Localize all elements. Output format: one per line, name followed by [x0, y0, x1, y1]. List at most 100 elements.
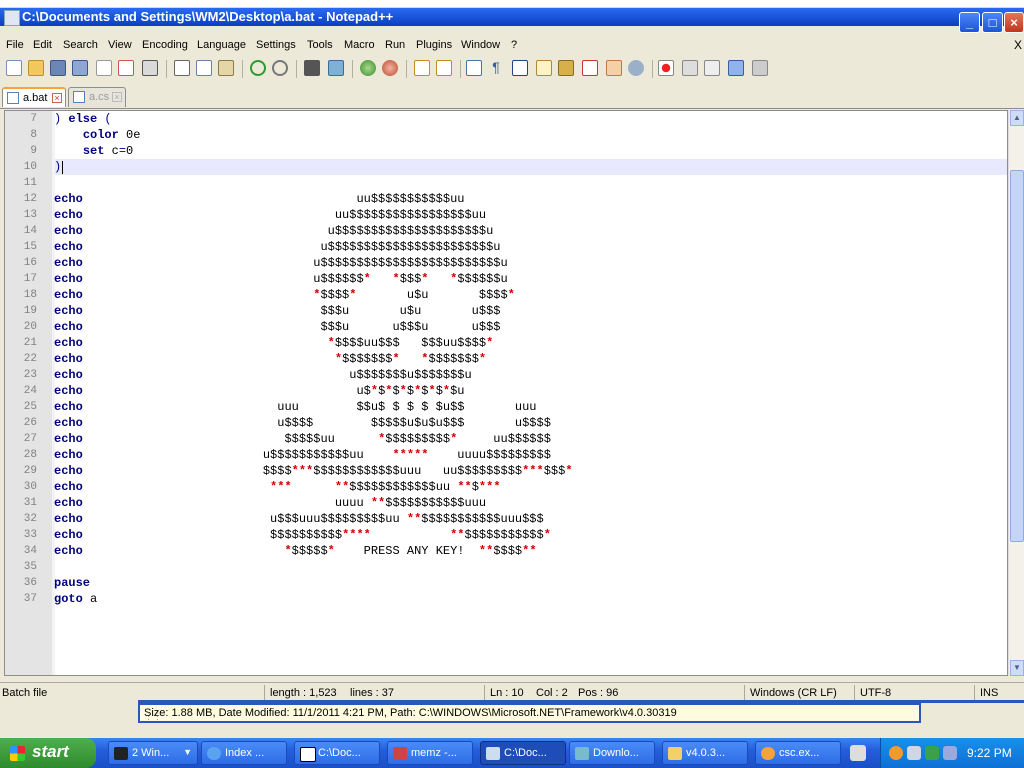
- scroll-down-icon[interactable]: ▼: [1010, 660, 1024, 676]
- taskbar-button-memz[interactable]: memz -...: [387, 741, 473, 765]
- save-all-icon[interactable]: [72, 60, 88, 76]
- monitoring-icon[interactable]: [628, 60, 644, 76]
- code-line[interactable]: 7) else (: [5, 111, 1005, 127]
- code-line[interactable]: 26 echo u$$$$ $$$$$u$u$u$$$ u$$$$: [5, 415, 1005, 431]
- run-macro-multiple-icon[interactable]: [728, 60, 744, 76]
- code-line[interactable]: 33 echo $$$$$$$$$$**** **$$$$$$$$$$$*: [5, 527, 1005, 543]
- function-list-icon[interactable]: [582, 60, 598, 76]
- taskbar-button-notepadpp[interactable]: C:\Doc...: [480, 741, 566, 765]
- code-line[interactable]: 15 echo u$$$$$$$$$$$$$$$$$$$$$$$u: [5, 239, 1005, 255]
- code-line[interactable]: 27 echo $$$$$uu *$$$$$$$$$* uu$$$$$$: [5, 431, 1005, 447]
- doc-map-icon[interactable]: [558, 60, 574, 76]
- volume-tray-icon[interactable]: [943, 746, 957, 760]
- paste-icon[interactable]: [218, 60, 234, 76]
- close-tab-icon[interactable]: ×: [52, 93, 62, 103]
- code-line[interactable]: 11: [5, 175, 1005, 191]
- taskbar-button-download[interactable]: Downlo...: [569, 741, 655, 765]
- code-line[interactable]: 10): [5, 159, 1005, 175]
- keyboard-icon[interactable]: [850, 745, 866, 761]
- find-icon[interactable]: [304, 60, 320, 76]
- close-document-icon[interactable]: X: [1014, 38, 1022, 52]
- scrollbar-thumb[interactable]: [1010, 170, 1024, 542]
- code-line[interactable]: 22 echo *$$$$$$$* *$$$$$$$*: [5, 351, 1005, 367]
- record-macro-icon[interactable]: [658, 60, 674, 76]
- menu-run[interactable]: Run: [385, 39, 405, 51]
- taskbar-button-search[interactable]: csc.ex...: [755, 741, 841, 765]
- code-line[interactable]: 16 echo u$$$$$$$$$$$$$$$$$$$$$$$$$u: [5, 255, 1005, 271]
- menu-window[interactable]: Window: [461, 39, 500, 51]
- code-line[interactable]: 17 echo u$$$$$$* *$$$* *$$$$$$u: [5, 271, 1005, 287]
- menu-macro[interactable]: Macro: [344, 39, 375, 51]
- stop-macro-icon[interactable]: [682, 60, 698, 76]
- show-all-characters-icon[interactable]: ¶: [488, 60, 504, 76]
- close-button[interactable]: ×: [1004, 12, 1024, 33]
- code-line[interactable]: 31 echo uuuu **$$$$$$$$$$$uuu: [5, 495, 1005, 511]
- code-line[interactable]: 14 echo u$$$$$$$$$$$$$$$$$$$$$u: [5, 223, 1005, 239]
- code-line[interactable]: 8 color 0e: [5, 127, 1005, 143]
- code-line[interactable]: 35: [5, 559, 1005, 575]
- code-lines[interactable]: 7) else (8 color 0e 9 set c=0 10) 11 12 echo …: [5, 111, 1005, 607]
- close-file-icon[interactable]: [96, 60, 112, 76]
- code-line[interactable]: 18 echo *$$$$* u$u $$$$*: [5, 287, 1005, 303]
- folder-as-workspace-icon[interactable]: [606, 60, 622, 76]
- menu-plugins[interactable]: Plugins: [416, 39, 452, 51]
- menu-help[interactable]: ?: [511, 39, 517, 51]
- zoom-in-icon[interactable]: [360, 60, 376, 76]
- code-line[interactable]: 25 echo uuu $$u$ $ $ $ $u$$ uuu: [5, 399, 1005, 415]
- menu-settings[interactable]: Settings: [256, 39, 296, 51]
- code-line[interactable]: 24 echo u$*$*$*$*$*$*$u: [5, 383, 1005, 399]
- zoom-out-icon[interactable]: [382, 60, 398, 76]
- save-icon[interactable]: [50, 60, 66, 76]
- cut-icon[interactable]: [174, 60, 190, 76]
- taskbar-button-folder[interactable]: v4.0.3...: [662, 741, 748, 765]
- save-macro-icon[interactable]: [752, 60, 768, 76]
- code-line[interactable]: 13 echo uu$$$$$$$$$$$$$$$$$uu: [5, 207, 1005, 223]
- menu-tools[interactable]: Tools: [307, 39, 333, 51]
- network-tray-icon[interactable]: [925, 746, 939, 760]
- open-file-icon[interactable]: [28, 60, 44, 76]
- menu-encoding[interactable]: Encoding: [142, 39, 188, 51]
- indent-guide-icon[interactable]: [512, 60, 528, 76]
- minimize-button[interactable]: _: [959, 12, 980, 33]
- code-line[interactable]: 20 echo $$$u u$$$u u$$$: [5, 319, 1005, 335]
- code-line[interactable]: 12 echo uu$$$$$$$$$$$uu: [5, 191, 1005, 207]
- vertical-scrollbar[interactable]: ▲ ▼: [1008, 110, 1024, 676]
- taskbar-button-7zip[interactable]: C:\Doc...: [294, 741, 380, 765]
- tab-a-bat[interactable]: a.bat ×: [2, 87, 66, 107]
- code-line[interactable]: 9 set c=0: [5, 143, 1005, 159]
- code-line[interactable]: 30 echo *** **$$$$$$$$$$$$uu **$***: [5, 479, 1005, 495]
- notepadpp-app-icon[interactable]: [4, 10, 20, 26]
- play-macro-icon[interactable]: [704, 60, 720, 76]
- code-line[interactable]: 34 echo *$$$$$* PRESS ANY KEY! **$$$$**: [5, 543, 1005, 559]
- undo-icon[interactable]: [250, 60, 266, 76]
- menu-edit[interactable]: Edit: [33, 39, 52, 51]
- close-tab-icon[interactable]: ×: [112, 92, 122, 102]
- search-tray-icon[interactable]: [889, 746, 903, 760]
- replace-icon[interactable]: [328, 60, 344, 76]
- menu-view[interactable]: View: [108, 39, 132, 51]
- code-line[interactable]: 21 echo *$$$$uu$$$ $$$uu$$$$*: [5, 335, 1005, 351]
- sync-horizontal-icon[interactable]: [436, 60, 452, 76]
- new-file-icon[interactable]: [6, 60, 22, 76]
- user-language-icon[interactable]: [536, 60, 552, 76]
- code-line[interactable]: 32 echo u$$$uuu$$$$$$$$$uu **$$$$$$$$$$$u…: [5, 511, 1005, 527]
- code-line[interactable]: 36 pause: [5, 575, 1005, 591]
- copy-icon[interactable]: [196, 60, 212, 76]
- sync-vertical-icon[interactable]: [414, 60, 430, 76]
- word-wrap-icon[interactable]: [466, 60, 482, 76]
- code-line[interactable]: 29 echo $$$$***$$$$$$$$$$$$uuu uu$$$$$$$$…: [5, 463, 1005, 479]
- taskbar-button-cmd[interactable]: 2 Win... ▼: [108, 741, 198, 765]
- menu-language[interactable]: Language: [197, 39, 246, 51]
- editor-area[interactable]: 7) else (8 color 0e 9 set c=0 10) 11 12 echo …: [4, 110, 1008, 676]
- scroll-up-icon[interactable]: ▲: [1010, 110, 1024, 126]
- redo-icon[interactable]: [272, 60, 288, 76]
- taskbar-button-index[interactable]: Index ...: [201, 741, 287, 765]
- start-button[interactable]: start: [0, 738, 96, 768]
- code-line[interactable]: 37 goto a: [5, 591, 1005, 607]
- code-line[interactable]: 19 echo $$$u u$u u$$$: [5, 303, 1005, 319]
- hfs-tray-icon[interactable]: [907, 746, 921, 760]
- code-line[interactable]: 28 echo u$$$$$$$$$$$uu ***** uuuu$$$$$$$$…: [5, 447, 1005, 463]
- menu-search[interactable]: Search: [63, 39, 98, 51]
- tab-a-cs[interactable]: a.cs ×: [68, 87, 126, 107]
- menu-file[interactable]: File: [6, 39, 24, 51]
